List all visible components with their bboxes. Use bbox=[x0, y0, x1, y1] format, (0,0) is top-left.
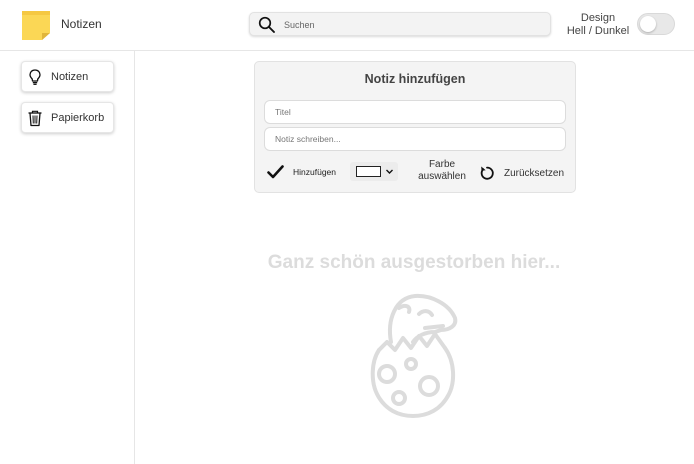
color-label-line2: auswählen bbox=[418, 171, 466, 182]
sidebar-item-label: Papierkorb bbox=[51, 112, 105, 124]
chevron-down-icon bbox=[386, 169, 393, 174]
color-label-line1: Farbe bbox=[428, 159, 456, 170]
sidebar-item-trash[interactable]: Papierkorb bbox=[21, 102, 114, 133]
add-note-label: Hinzufügen bbox=[293, 167, 337, 177]
reset-label: Zurücksetzen bbox=[504, 167, 565, 179]
reset-button[interactable]: Zurücksetzen bbox=[479, 163, 564, 183]
theme-label-design: Design bbox=[580, 12, 616, 24]
add-note-form: Notiz hinzufügen Hinzufügen Farbe auswäh… bbox=[254, 61, 576, 193]
note-body-field[interactable] bbox=[264, 127, 566, 151]
color-select-label: Farbe auswählen bbox=[417, 159, 467, 183]
theme-toggle-knob bbox=[640, 16, 656, 32]
dinosaur-egg-icon bbox=[370, 293, 458, 418]
checkmark-icon bbox=[267, 165, 284, 179]
theme-label-mode: Hell / Dunkel bbox=[566, 25, 630, 37]
reset-icon bbox=[480, 166, 494, 180]
sticky-note-icon[interactable] bbox=[20, 9, 52, 41]
sidebar-item-notes[interactable]: Notizen bbox=[21, 61, 114, 92]
app-title: Notizen bbox=[61, 17, 102, 31]
lightbulb-icon bbox=[29, 69, 41, 85]
theme-toggle[interactable] bbox=[637, 13, 675, 35]
sidebar-item-label: Notizen bbox=[51, 71, 89, 83]
search-input[interactable] bbox=[284, 16, 544, 33]
add-note-button[interactable]: Hinzufügen bbox=[267, 162, 336, 182]
trash-icon bbox=[28, 110, 42, 127]
theme-toggle-label: Design Hell / Dunkel bbox=[552, 12, 644, 38]
sidebar: Notizen Papierkorb bbox=[0, 51, 135, 464]
color-swatch bbox=[356, 166, 381, 177]
note-title-field[interactable] bbox=[264, 100, 566, 124]
color-select[interactable] bbox=[350, 162, 398, 181]
app-header: Notizen Design Hell / Dunkel bbox=[0, 0, 694, 51]
form-heading: Notiz hinzufügen bbox=[364, 72, 466, 86]
search-bar[interactable] bbox=[249, 12, 551, 36]
search-icon bbox=[258, 16, 275, 33]
empty-state-message: Ganz schön ausgestorben hier... bbox=[267, 252, 561, 273]
